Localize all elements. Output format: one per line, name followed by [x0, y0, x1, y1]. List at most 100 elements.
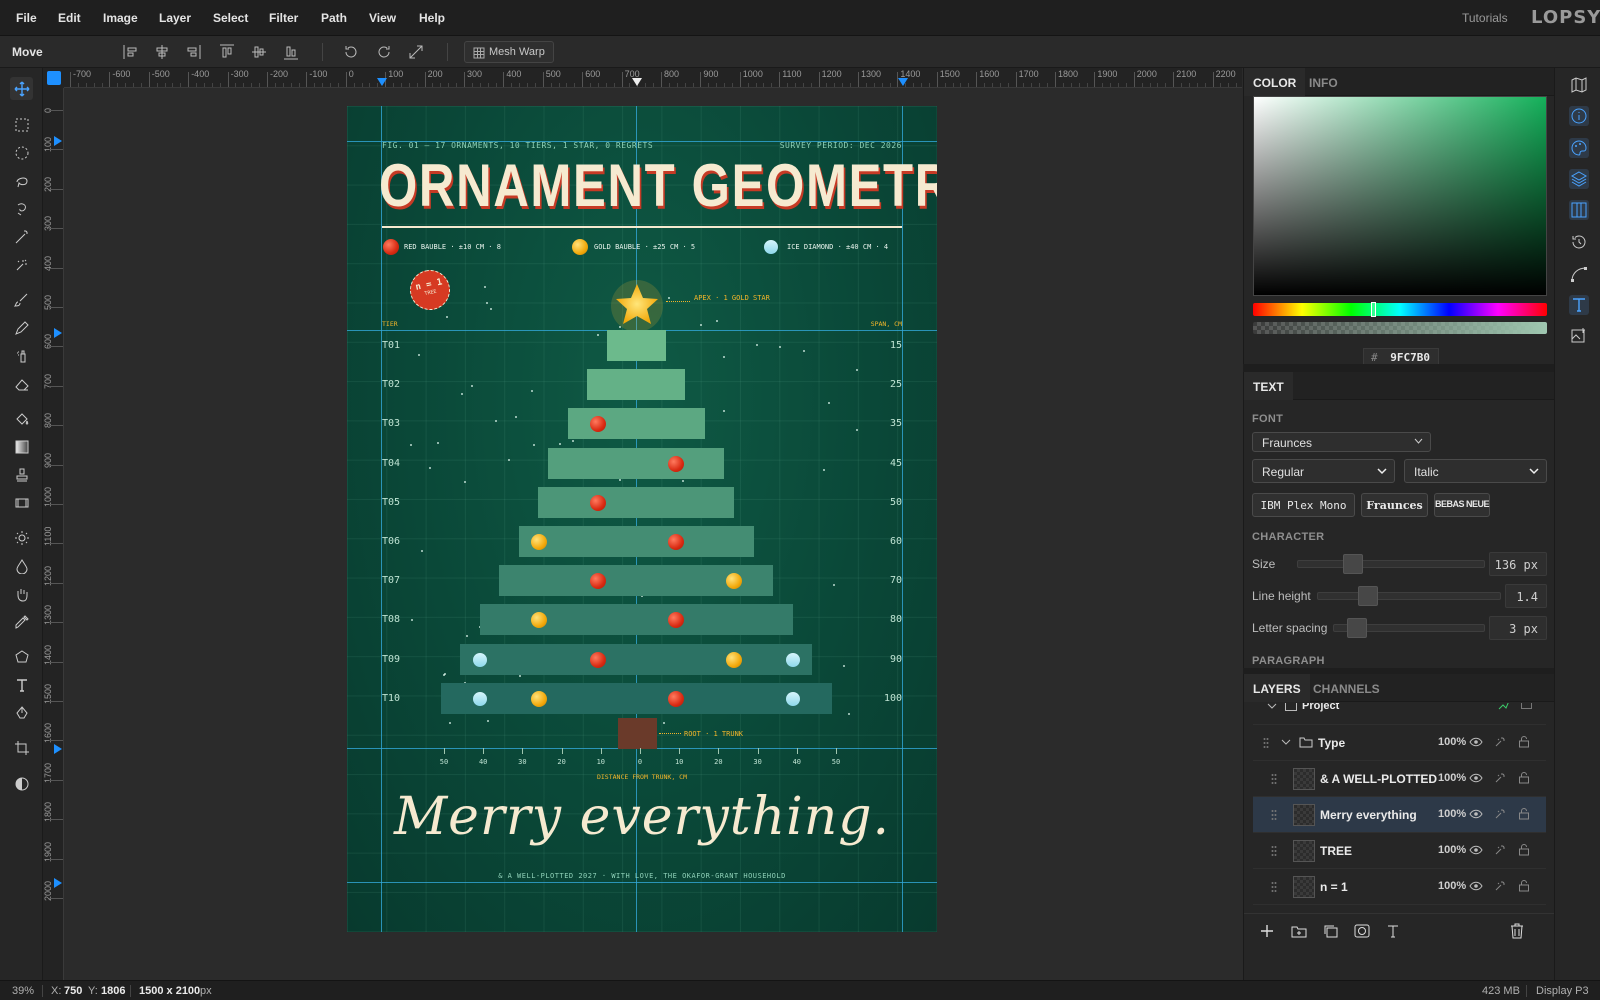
rotate-cw-icon[interactable] [375, 43, 393, 61]
menu-path[interactable]: Path [321, 11, 347, 25]
font-style-select[interactable]: Italic [1404, 459, 1547, 483]
align-top-icon[interactable] [218, 43, 236, 61]
layer-opacity[interactable]: 100% [1438, 736, 1466, 748]
font-weight-select[interactable]: Regular [1252, 459, 1395, 483]
tutorials-link[interactable]: Tutorials [1462, 11, 1508, 25]
tree-trunk[interactable] [618, 718, 657, 749]
blur-tool[interactable] [10, 554, 33, 577]
red-bauble-ornament[interactable] [668, 690, 684, 707]
lock-icon[interactable] [1518, 735, 1530, 748]
guide-marker[interactable] [54, 328, 62, 338]
layer-row[interactable]: ROOT · 1 TRUNK100% [1253, 905, 1546, 907]
layer-row-project[interactable]: Project [1253, 703, 1546, 725]
ruler-horizontal[interactable]: -700 -600 -500 -400 -300 -200 -100 0 100 200 300 40… [64, 68, 1242, 88]
move-tool[interactable] [10, 77, 33, 100]
effects-icon[interactable] [1494, 772, 1506, 784]
pencil-tool[interactable] [10, 316, 33, 339]
layer-opacity[interactable]: 100% [1438, 844, 1466, 856]
align-left-icon[interactable] [122, 43, 140, 61]
mesh-warp-button[interactable]: Mesh Warp [464, 41, 554, 63]
eye-icon[interactable] [1469, 737, 1483, 747]
tree-tier[interactable] [518, 526, 754, 557]
align-right-icon[interactable] [184, 43, 202, 61]
text-panel-icon[interactable] [1569, 295, 1589, 315]
ellipse-select-tool[interactable] [10, 141, 33, 164]
layer-opacity[interactable]: 100% [1438, 880, 1466, 892]
guide-marker[interactable] [54, 136, 62, 146]
brush-tool[interactable] [10, 288, 33, 311]
eyedropper-tool[interactable] [10, 610, 33, 633]
new-folder-icon[interactable] [1291, 924, 1307, 938]
red-bauble-ornament[interactable] [668, 534, 684, 550]
saturation-picker[interactable] [1253, 96, 1547, 296]
size-slider-thumb[interactable] [1343, 554, 1363, 574]
lock-icon[interactable] [1518, 771, 1530, 784]
polygon-tool[interactable] [10, 645, 33, 668]
lasso-tool[interactable] [10, 169, 33, 192]
drag-handle-icon[interactable] [1271, 845, 1277, 857]
contrast-tool[interactable] [10, 772, 33, 795]
hand-tool[interactable] [10, 582, 33, 605]
font-family-select[interactable]: Fraunces [1252, 432, 1431, 452]
gradient-tool[interactable] [10, 435, 33, 458]
magic-wand-tool[interactable] [10, 225, 33, 248]
greeting-text[interactable]: Merry everything. [347, 787, 937, 847]
layer-row[interactable]: n = 1 100% [1253, 869, 1546, 905]
fill-bucket-tool[interactable] [10, 407, 33, 430]
drag-handle-icon[interactable] [1271, 881, 1277, 893]
canvas-area[interactable]: FIG. 01 — 17 ORNAMENTS, 10 TIERS, 1 STAR… [64, 88, 1242, 980]
spray-tool[interactable] [10, 344, 33, 367]
mask-icon[interactable] [1521, 703, 1532, 709]
layer-row[interactable]: Type 100% [1253, 725, 1546, 761]
film-tool[interactable] [10, 491, 33, 514]
menu-layer[interactable]: Layer [159, 11, 191, 25]
align-center-h-icon[interactable] [153, 43, 171, 61]
size-slider[interactable] [1297, 560, 1485, 568]
tree-tier[interactable] [460, 643, 812, 675]
ruler-corner[interactable] [43, 68, 64, 88]
tree-tier[interactable] [567, 408, 705, 440]
drag-handle-icon[interactable] [1271, 809, 1277, 821]
font-chip-fraunces[interactable]: Fraunces [1361, 493, 1428, 517]
trash-icon[interactable] [1510, 923, 1524, 939]
poster-title[interactable]: ORNAMENT GEOMETRY [379, 150, 937, 222]
rotate-ccw-icon[interactable] [342, 43, 360, 61]
tree-tier[interactable] [479, 604, 793, 636]
tree-tier[interactable] [440, 682, 832, 714]
font-chip-bebas-neue[interactable]: BEBAS NEUE [1434, 493, 1490, 517]
map-icon[interactable] [1569, 75, 1589, 95]
stamp-tool[interactable] [10, 463, 33, 486]
eraser-tool[interactable] [10, 372, 33, 395]
line-height-input[interactable]: 1.4 [1505, 584, 1547, 608]
menu-view[interactable]: View [369, 11, 396, 25]
drag-handle-icon[interactable] [1263, 737, 1269, 749]
color-swatch[interactable] [47, 71, 61, 85]
gold-bauble-ornament[interactable] [726, 651, 742, 668]
poster-artboard[interactable]: FIG. 01 — 17 ORNAMENTS, 10 TIERS, 1 STAR… [347, 106, 937, 932]
red-bauble-ornament[interactable] [590, 651, 606, 668]
menu-filter[interactable]: Filter [269, 11, 298, 25]
guide-marker[interactable] [377, 78, 387, 86]
effects-icon[interactable] [1494, 736, 1506, 748]
chevron-down-icon[interactable] [1281, 739, 1291, 746]
layer-row[interactable]: & A WELL-PLOTTED 100% [1253, 761, 1546, 797]
gold-bauble-ornament[interactable] [531, 690, 547, 707]
zoom-level[interactable]: 39% [12, 985, 34, 997]
guide-marker[interactable] [632, 78, 642, 86]
layers-list[interactable]: Project Type 100% & A WELL-PLOTTED 100% Merr… [1244, 703, 1554, 907]
letter-spacing-input[interactable]: 3 px [1489, 616, 1547, 640]
eye-icon[interactable] [1469, 809, 1483, 819]
add-layer-icon[interactable] [1260, 924, 1274, 938]
layer-row[interactable]: Merry everything 100% [1253, 797, 1546, 833]
history-icon[interactable] [1569, 232, 1589, 252]
lock-icon[interactable] [1518, 807, 1530, 820]
menu-select[interactable]: Select [213, 11, 248, 25]
layer-opacity[interactable]: 100% [1438, 772, 1466, 784]
letter-spacing-slider-thumb[interactable] [1347, 618, 1367, 638]
guide-marker[interactable] [54, 744, 62, 754]
menu-help[interactable]: Help [419, 11, 445, 25]
lock-icon[interactable] [1518, 843, 1530, 856]
red-bauble-ornament[interactable] [590, 494, 606, 511]
line-height-slider-thumb[interactable] [1358, 586, 1378, 606]
text-layer-icon[interactable] [1386, 924, 1400, 938]
